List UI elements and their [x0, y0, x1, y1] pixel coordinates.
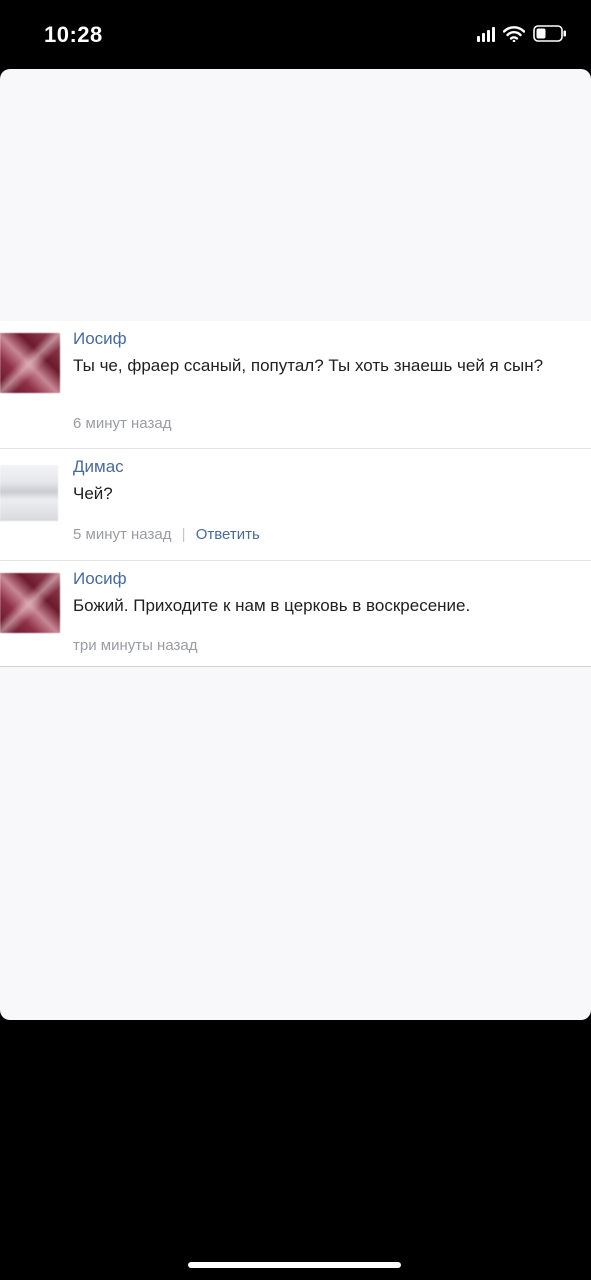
comment-text: Ты че, фраер ссаный, попутал? Ты хоть зн… — [73, 356, 544, 375]
screenshot-sheet: Иосиф Ты че, фраер ссаный, попутал? Ты х… — [0, 69, 591, 1020]
signal-icon — [477, 26, 495, 42]
comment-text: Божий. Приходите к нам в церковь в воскр… — [73, 596, 471, 615]
comment-item: Иосиф Ты че, фраер ссаный, попутал? Ты х… — [0, 321, 591, 449]
comment-meta: 6 минут назад — [73, 415, 171, 432]
status-time: 10:28 — [44, 22, 103, 47]
comment-text: Чей? — [73, 484, 113, 503]
home-indicator[interactable] — [188, 1262, 401, 1268]
comment-time: 5 минут назад — [73, 526, 172, 543]
comment-author[interactable]: Иосиф — [73, 569, 127, 589]
comment-time: 6 минут назад — [73, 415, 172, 432]
comment-meta: 5 минут назад | Ответить — [73, 526, 260, 543]
reply-link[interactable]: Ответить — [196, 526, 260, 543]
comment-time: три минуты назад — [73, 637, 198, 654]
comment-author[interactable]: Димас — [73, 457, 124, 477]
avatar[interactable] — [0, 573, 60, 633]
comment-author[interactable]: Иосиф — [73, 329, 127, 349]
comment-meta: три минуты назад — [73, 637, 197, 654]
status-icons — [477, 25, 567, 42]
comment-list: Иосиф Ты че, фраер ссаный, попутал? Ты х… — [0, 321, 591, 667]
comment-item: Иосиф Божий. Приходите к нам в церковь в… — [0, 561, 591, 667]
wifi-icon — [503, 25, 525, 42]
battery-icon — [533, 25, 567, 42]
comment-item: Димас Чей? 5 минут назад | Ответить — [0, 449, 591, 561]
avatar[interactable] — [0, 333, 60, 393]
status-bar: 10:28 — [0, 0, 591, 68]
meta-separator: | — [181, 526, 186, 543]
avatar[interactable] — [0, 465, 58, 521]
